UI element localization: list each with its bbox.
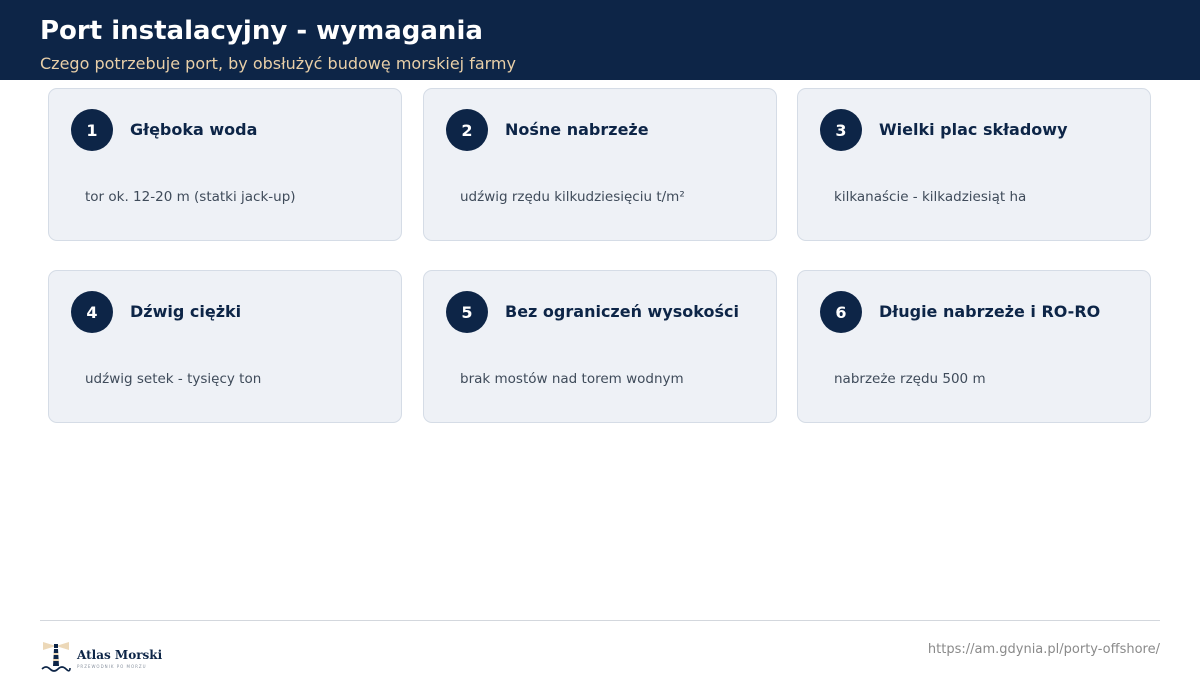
- page-title: Port instalacyjny - wymagania: [40, 16, 483, 46]
- page-subtitle: Czego potrzebuje port, by obsłużyć budow…: [40, 54, 516, 73]
- footer-divider: [40, 620, 1160, 621]
- card-title: Wielki plac składowy: [879, 120, 1068, 139]
- atlas-morski-logo: Atlas Morski PRZEWODNIK PO MORZU: [40, 640, 170, 672]
- lighthouse-icon: [41, 642, 71, 672]
- card-description: udźwig setek - tysięcy ton: [85, 371, 262, 387]
- card-description: kilkanaście - kilkadziesiąt ha: [834, 189, 1027, 205]
- source-url[interactable]: https://am.gdynia.pl/porty-offshore/: [928, 642, 1160, 657]
- number-badge: 6: [820, 291, 862, 333]
- logo-tagline: PRZEWODNIK PO MORZU: [77, 664, 147, 669]
- number-badge: 5: [446, 291, 488, 333]
- number-badge: 4: [71, 291, 113, 333]
- card-title: Dźwig ciężki: [130, 302, 242, 321]
- card-description: nabrzeże rzędu 500 m: [834, 371, 986, 387]
- requirement-card-3: 3 Wielki plac składowy kilkanaście - kil…: [797, 88, 1151, 241]
- requirement-card-6: 6 Długie nabrzeże i RO-RO nabrzeże rzędu…: [797, 270, 1151, 423]
- requirement-card-1: 1 Głęboka woda tor ok. 12-20 m (statki j…: [48, 88, 402, 241]
- logo-name: Atlas Morski: [77, 648, 163, 662]
- number-badge: 3: [820, 109, 862, 151]
- card-description: brak mostów nad torem wodnym: [460, 371, 684, 387]
- requirement-card-2: 2 Nośne nabrzeże udźwig rzędu kilkudzies…: [423, 88, 777, 241]
- card-description: tor ok. 12-20 m (statki jack-up): [85, 189, 296, 205]
- card-title: Bez ograniczeń wysokości: [505, 302, 739, 321]
- card-title: Długie nabrzeże i RO-RO: [879, 302, 1101, 321]
- header-bar: Port instalacyjny - wymagania Czego potr…: [0, 0, 1200, 80]
- card-description: udźwig rzędu kilkudziesięciu t/m²: [460, 189, 685, 205]
- card-title: Nośne nabrzeże: [505, 120, 649, 139]
- requirement-card-4: 4 Dźwig ciężki udźwig setek - tysięcy to…: [48, 270, 402, 423]
- card-title: Głęboka woda: [130, 120, 258, 139]
- number-badge: 1: [71, 109, 113, 151]
- requirement-card-5: 5 Bez ograniczeń wysokości brak mostów n…: [423, 270, 777, 423]
- number-badge: 2: [446, 109, 488, 151]
